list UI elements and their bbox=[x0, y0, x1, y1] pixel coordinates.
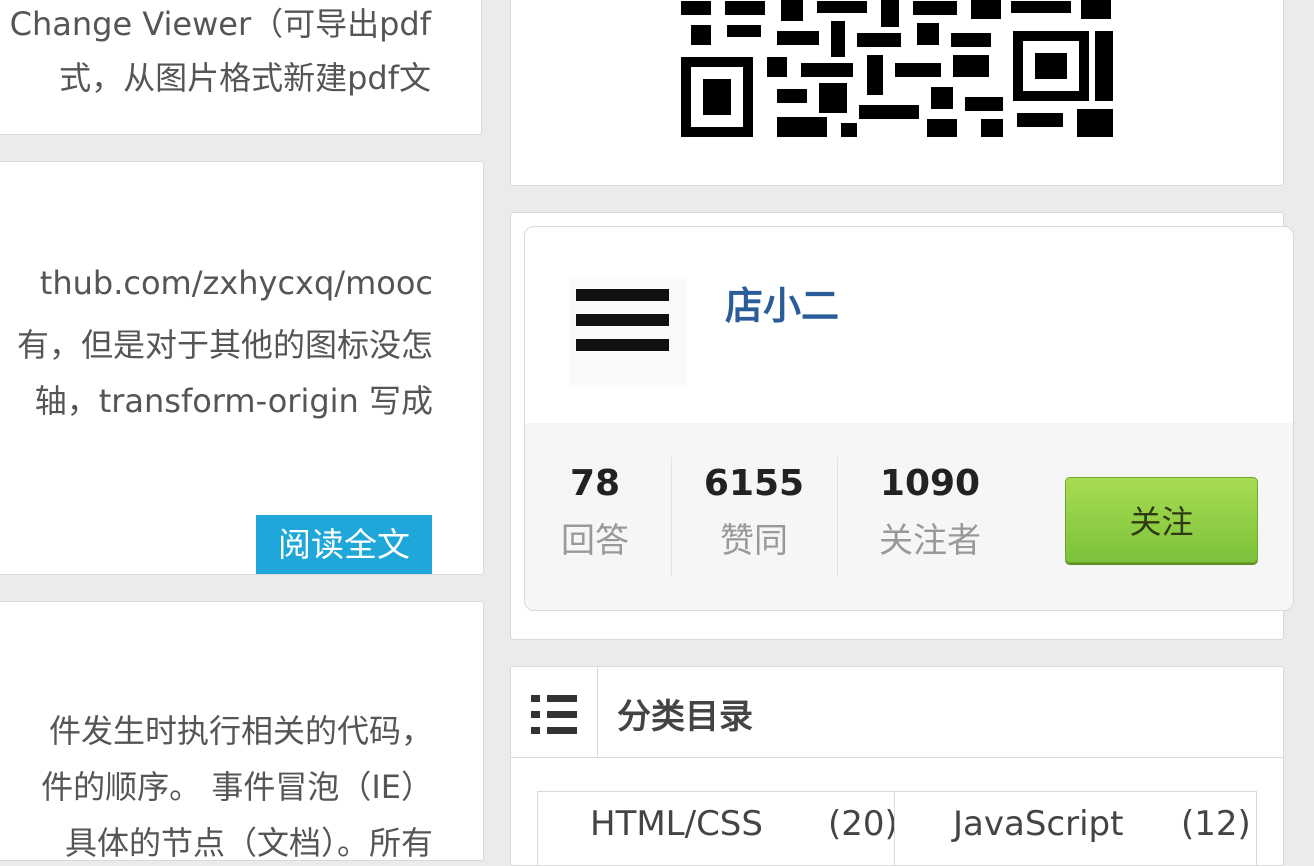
stat-answers[interactable]: 78 回答 bbox=[553, 453, 637, 567]
stat-followers[interactable]: 1090 关注者 bbox=[873, 453, 987, 567]
qr-code-card bbox=[510, 0, 1284, 186]
category-list: HTML/CSS (20) JavaScript (12) bbox=[537, 791, 1257, 865]
category-name: JavaScript bbox=[953, 804, 1124, 844]
author-name[interactable]: 店小二 bbox=[725, 275, 839, 330]
author-stats: 78 回答 6155 赞同 1090 关注者 关注 bbox=[525, 423, 1293, 610]
author-card: 店小二 78 回答 6155 赞同 1090 关注者 关注 bbox=[524, 226, 1294, 611]
article-card: Change Viewer（可导出pdf 式，从图片格式新建pdf文 bbox=[0, 0, 482, 135]
category-count: (12) bbox=[1181, 804, 1251, 844]
article-excerpt-line: 轴，transform-origin 写成 bbox=[34, 382, 433, 420]
category-item-html-css[interactable]: HTML/CSS (20) bbox=[538, 792, 898, 865]
read-more-button[interactable]: 阅读全文 bbox=[256, 515, 432, 574]
stat-value: 78 bbox=[569, 463, 621, 504]
divider bbox=[837, 457, 838, 577]
stat-likes[interactable]: 6155 赞同 bbox=[701, 453, 807, 567]
list-icon bbox=[511, 667, 598, 757]
category-item-javascript[interactable]: JavaScript (12) bbox=[895, 792, 1256, 865]
qr-code-icon bbox=[681, 0, 1113, 137]
article-excerpt-line: thub.com/zxhycxq/mooc bbox=[39, 264, 433, 302]
divider bbox=[671, 457, 672, 577]
article-excerpt-line: Change Viewer（可导出pdf bbox=[9, 5, 431, 43]
hamburger-icon[interactable] bbox=[569, 277, 687, 387]
category-card: 分类目录 HTML/CSS (20) JavaScript (12) bbox=[510, 666, 1284, 866]
article-excerpt-line: 有，但是对于其他的图标没怎 bbox=[16, 326, 433, 364]
stat-label: 回答 bbox=[561, 521, 629, 561]
stat-label: 赞同 bbox=[720, 521, 788, 561]
article-card: thub.com/zxhycxq/mooc 有，但是对于其他的图标没怎 轴，tr… bbox=[0, 161, 484, 575]
stat-value: 1090 bbox=[879, 463, 981, 504]
stat-value: 6155 bbox=[703, 463, 805, 504]
follow-button[interactable]: 关注 bbox=[1065, 477, 1258, 563]
stat-label: 关注者 bbox=[879, 521, 981, 561]
category-count: (20) bbox=[828, 804, 898, 844]
article-excerpt-line: 具体的节点（文档）。所有 bbox=[64, 824, 433, 861]
article-excerpt-line: 式，从图片格式新建pdf文 bbox=[59, 59, 431, 97]
category-name: HTML/CSS bbox=[590, 804, 763, 844]
category-header: 分类目录 bbox=[511, 667, 1283, 758]
article-excerpt-line: 件的顺序。 事件冒泡（IE） bbox=[41, 768, 433, 806]
category-title: 分类目录 bbox=[617, 697, 753, 737]
article-excerpt-line: 件发生时执行相关的代码， bbox=[48, 712, 433, 750]
article-card: 件发生时执行相关的代码， 件的顺序。 事件冒泡（IE） 具体的节点（文档）。所有 bbox=[0, 601, 484, 861]
